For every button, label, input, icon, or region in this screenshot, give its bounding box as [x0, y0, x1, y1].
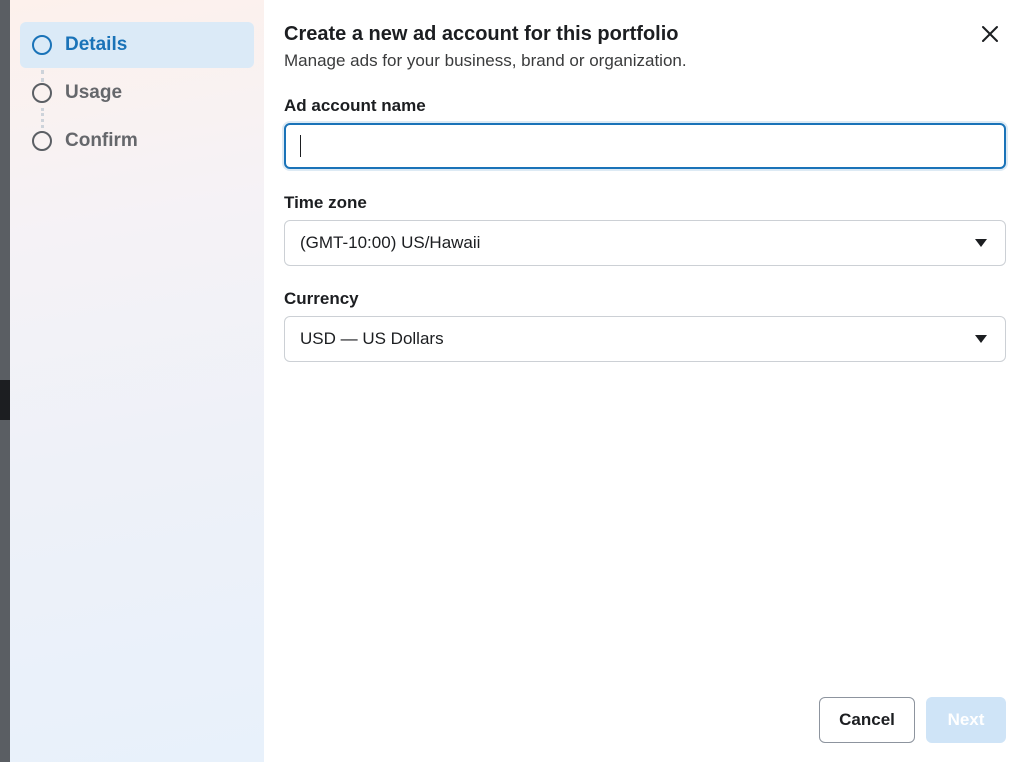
currency-label: Currency — [284, 289, 359, 308]
step-details-label: Details — [65, 34, 128, 55]
caret-down-icon — [975, 239, 987, 247]
step-circle-icon — [32, 83, 52, 103]
step-details[interactable]: Details — [20, 22, 254, 68]
cancel-button[interactable]: Cancel — [819, 697, 915, 743]
step-confirm[interactable]: Confirm — [20, 118, 254, 164]
step-confirm-label: Confirm — [65, 130, 138, 151]
time-zone-label: Time zone — [284, 193, 367, 212]
steps-sidebar: Details Usage Confirm — [10, 0, 264, 762]
page-backdrop-strip — [0, 380, 10, 420]
step-usage-label: Usage — [65, 82, 123, 103]
step-usage[interactable]: Usage — [20, 70, 254, 116]
time-zone-select[interactable]: (GMT-10:00) US/Hawaii — [284, 220, 1006, 266]
dialog-title: Create a new ad account for this portfol… — [284, 23, 679, 45]
caret-down-icon — [975, 335, 987, 343]
currency-select[interactable]: USD — US Dollars — [284, 316, 1006, 362]
close-icon — [982, 26, 998, 42]
next-button[interactable]: Next — [926, 697, 1006, 743]
dialog-subtitle: Manage ads for your business, brand or o… — [284, 51, 687, 70]
currency-value: USD — US Dollars — [300, 329, 444, 348]
time-zone-value: (GMT-10:00) US/Hawaii — [300, 233, 481, 252]
close-button[interactable] — [976, 20, 1004, 48]
step-circle-icon — [32, 131, 52, 151]
ad-account-name-label: Ad account name — [284, 96, 426, 115]
text-caret — [300, 135, 301, 157]
create-ad-account-dialog: Details Usage Confirm Create a new ad ac… — [10, 0, 1024, 762]
step-circle-icon — [32, 35, 52, 55]
ad-account-name-input[interactable] — [284, 123, 1006, 169]
